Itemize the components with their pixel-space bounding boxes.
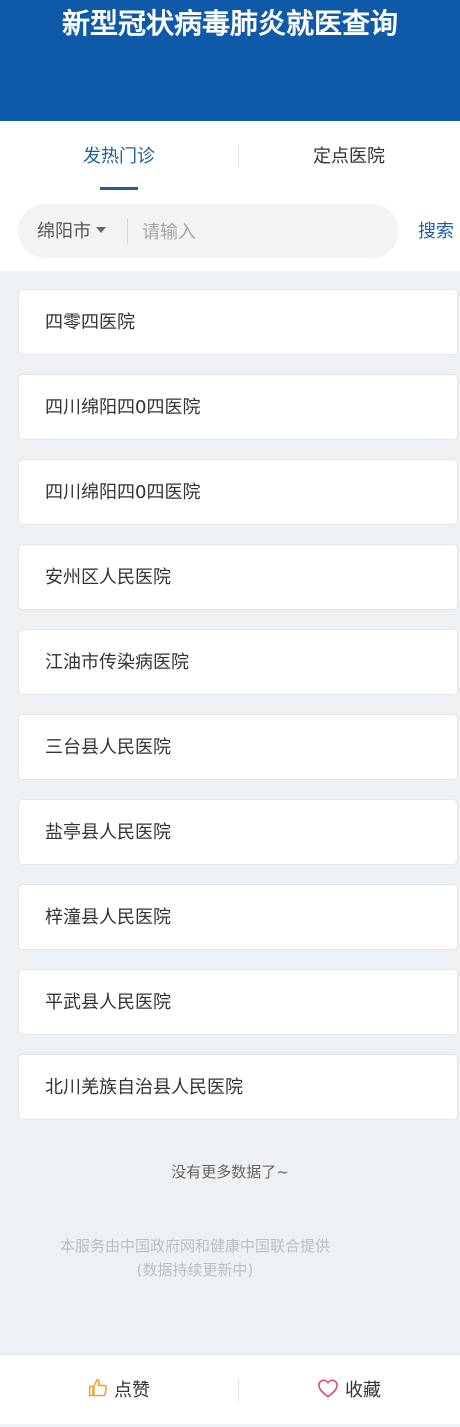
thumbs-up-icon [88,1378,108,1397]
hospital-name: 四川绵阳四0四医院 [45,397,201,418]
credit-line-2: (数据持续更新中) [136,1261,254,1279]
hospital-name: 北川羌族自治县人民医院 [45,1077,243,1098]
hospital-name: 三台县人民医院 [45,737,171,758]
caret-down-icon [96,227,106,233]
list-item[interactable]: 梓潼县人民医院 [18,884,458,950]
list-item[interactable]: 北川羌族自治县人民医院 [18,1054,458,1120]
heart-icon [318,1379,338,1398]
like-button[interactable]: 点赞 [0,1355,238,1425]
search-divider [127,218,128,244]
list-item[interactable]: 四川绵阳四0四医院 [18,459,458,525]
list-item[interactable]: 四零四医院 [18,289,458,355]
header: 新型冠状病毒肺炎就医查询 [0,0,460,121]
list-item[interactable]: 平武县人民医院 [18,969,458,1035]
search-bar: 绵阳市 搜索 [0,191,460,271]
list-item[interactable]: 江油市传染病医院 [18,629,458,695]
bottom-action-bar: 点赞 收藏 [0,1354,460,1424]
search-button[interactable]: 搜索 [418,191,454,271]
list-item[interactable]: 三台县人民医院 [18,714,458,780]
favorite-button[interactable]: 收藏 [238,1355,460,1425]
favorite-label: 收藏 [345,1380,381,1401]
hospital-name: 平武县人民医院 [45,992,171,1013]
hospital-name: 梓潼县人民医院 [45,907,171,928]
hospital-name: 四川绵阳四0四医院 [45,482,201,503]
city-label: 绵阳市 [37,221,91,242]
credit-line-1: 本服务由中国政府网和健康中国联合提供 [59,1237,330,1255]
hospital-name: 安州区人民医院 [45,567,171,588]
search-box: 绵阳市 [18,204,399,258]
like-label: 点赞 [114,1380,150,1401]
list-item[interactable]: 四川绵阳四0四医院 [18,374,458,440]
hospital-name: 盐亭县人民医院 [45,822,171,843]
tab-bar: 发热门诊 定点医院 [0,121,460,191]
credit-text: 本服务由中国政府网和健康中国联合提供 (数据持续更新中) [0,1234,390,1282]
hospital-name: 江油市传染病医院 [45,652,189,673]
page-title: 新型冠状病毒肺炎就医查询 [61,7,398,40]
no-more-data-text: 没有更多数据了~ [171,1163,289,1181]
hospital-name: 四零四医院 [45,312,135,333]
city-selector[interactable]: 绵阳市 [37,204,106,258]
active-tab-indicator [100,187,138,190]
tab-designated-hospital[interactable]: 定点医院 [238,121,460,191]
tab-fever-clinic[interactable]: 发热门诊 [0,121,238,191]
list-item[interactable]: 盐亭县人民医院 [18,799,458,865]
search-input[interactable] [140,212,394,252]
list-item[interactable]: 安州区人民医院 [18,544,458,610]
